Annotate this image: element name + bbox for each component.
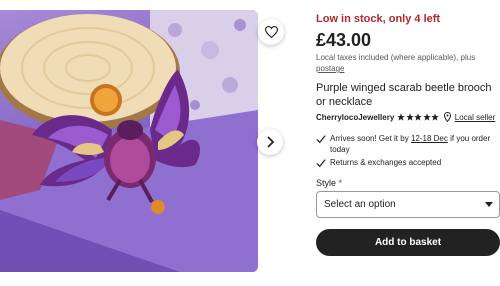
add-to-basket-button[interactable]: Add to basket	[316, 229, 500, 256]
heart-icon	[264, 26, 278, 38]
required-mark: *	[338, 178, 343, 188]
rating-stars	[397, 113, 440, 121]
product-title: Purple winged scarab beetle brooch or ne…	[316, 82, 492, 108]
postage-link[interactable]: postage	[316, 64, 344, 73]
arrival-dates[interactable]: 12-18 Dec	[411, 134, 448, 143]
tax-note-text: Local taxes included (where applicable),…	[316, 53, 476, 62]
tax-note: Local taxes included (where applicable),…	[316, 52, 500, 74]
star-icon	[423, 113, 431, 121]
product-photo[interactable]	[0, 10, 258, 272]
returns-info: Returns & exchanges accepted	[316, 157, 500, 168]
arrival-prefix: Arrives soon! Get it by	[330, 134, 409, 143]
returns-text: Returns & exchanges accepted	[330, 158, 442, 167]
style-select-value: Select an option	[324, 199, 396, 210]
favorite-button[interactable]	[258, 19, 284, 45]
brooch-photo	[0, 10, 258, 272]
next-image-button[interactable]	[257, 129, 283, 155]
check-icon	[316, 159, 326, 168]
check-icon	[316, 135, 326, 144]
style-select[interactable]: Select an option	[316, 191, 500, 218]
price: £43.00	[316, 30, 372, 50]
star-icon	[414, 113, 422, 121]
star-icon	[397, 113, 405, 121]
stock-status: Low in stock, only 4 left	[316, 13, 441, 25]
chevron-right-icon	[267, 136, 275, 148]
caret-down-icon	[485, 202, 493, 207]
style-label: Style *	[316, 178, 342, 188]
style-label-text: Style	[316, 178, 337, 188]
seller-row: CherrylocoJewellery Local seller	[316, 111, 500, 123]
arrival-text: Arrives soon! Get it by 12-18 Dec if you…	[330, 133, 500, 155]
location-pin-icon	[443, 112, 451, 122]
arrival-info: Arrives soon! Get it by 12-18 Dec if you…	[316, 133, 500, 155]
local-seller-link[interactable]: Local seller	[455, 113, 495, 122]
star-icon	[406, 113, 414, 121]
star-icon	[431, 113, 439, 121]
shop-name-link[interactable]: CherrylocoJewellery	[316, 113, 394, 122]
